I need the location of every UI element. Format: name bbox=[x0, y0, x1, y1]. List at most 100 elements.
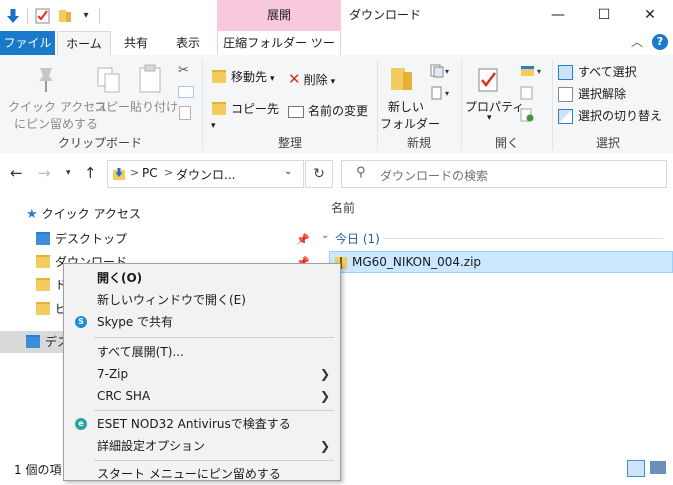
new-item-icon[interactable]: ▾ bbox=[430, 64, 452, 78]
large-icons-view-icon[interactable] bbox=[650, 461, 666, 474]
menu-item-label: 詳細設定オプション bbox=[97, 439, 206, 453]
close-button[interactable]: ✕ bbox=[627, 0, 673, 31]
search-icon: ⚲ bbox=[356, 165, 366, 180]
pin-label-line2: にピン留めする bbox=[14, 117, 99, 131]
svg-text:▾: ▾ bbox=[445, 67, 449, 76]
column-header-name[interactable]: 名前 bbox=[331, 199, 355, 216]
breadcrumb-current[interactable]: ダウンロ... bbox=[176, 166, 235, 183]
group-separator bbox=[461, 60, 462, 150]
menu-item-label: スタート メニューにピン留めする bbox=[97, 467, 281, 481]
copy-folder-icon bbox=[212, 102, 226, 115]
up-arrow-icon[interactable]: ↑ bbox=[84, 165, 100, 181]
folder-icon bbox=[36, 255, 50, 268]
group-divider bbox=[383, 238, 663, 239]
cut-icon[interactable]: ✂ bbox=[178, 64, 192, 78]
star-icon: ★ bbox=[26, 207, 38, 222]
nav-quick-access-label: クイック アクセス bbox=[41, 207, 141, 221]
select-all-label: すべて選択 bbox=[578, 65, 637, 79]
down-arrow-icon[interactable] bbox=[6, 8, 20, 24]
paste-label: 貼り付け bbox=[130, 100, 179, 114]
help-icon[interactable]: ? bbox=[652, 34, 668, 50]
tab-file[interactable]: ファイル bbox=[0, 31, 55, 55]
refresh-icon: ↻ bbox=[313, 166, 325, 182]
new-folder-small-icon[interactable] bbox=[58, 9, 72, 23]
paste-shortcut-icon[interactable] bbox=[179, 106, 191, 120]
menu-item-advanced-options[interactable]: 詳細設定オプション ❯ bbox=[64, 435, 340, 457]
breadcrumb-pc[interactable]: PC bbox=[142, 166, 158, 180]
dropdown-arrow-icon: ▾ bbox=[330, 77, 336, 87]
menu-item-eset-scan[interactable]: e ESET NOD32 Antivirusで検査する bbox=[64, 413, 340, 435]
nav-quick-access[interactable]: ★ クイック アクセス bbox=[26, 203, 141, 225]
back-arrow-icon[interactable]: ← bbox=[10, 165, 26, 181]
history-icon[interactable] bbox=[520, 108, 534, 122]
select-none-button[interactable]: 選択解除 bbox=[558, 84, 668, 104]
menu-item-skype-share[interactable]: S Skype で共有 bbox=[64, 311, 340, 333]
invert-selection-button[interactable]: 選択の切り替え bbox=[558, 106, 672, 126]
menu-separator bbox=[94, 460, 334, 461]
downloads-location-icon bbox=[113, 167, 125, 180]
address-dropdown-icon[interactable]: ⌄ bbox=[284, 166, 292, 177]
group-label-select: 選択 bbox=[595, 136, 620, 150]
maximize-button[interactable]: ☐ bbox=[581, 0, 627, 31]
edit-icon[interactable] bbox=[520, 86, 534, 100]
address-bar[interactable]: > PC > ダウンロ... ⌄ bbox=[107, 160, 304, 188]
window-title: ダウンロード bbox=[349, 8, 422, 22]
breadcrumb-separator: > bbox=[164, 166, 174, 179]
menu-item-label: 開く(O) bbox=[97, 271, 143, 285]
context-menu: 開く(O) 新しいウィンドウで開く(E) S Skype で共有 すべて展開(T… bbox=[63, 263, 341, 481]
delete-label: 削除 bbox=[303, 73, 328, 87]
tab-share[interactable]: 共有 bbox=[113, 31, 159, 55]
group-label-organize: 整理 bbox=[277, 136, 302, 150]
pin-icon[interactable]: 📌 bbox=[296, 233, 310, 246]
menu-item-extract-all[interactable]: すべて展開(T)... bbox=[64, 341, 340, 363]
folder-icon bbox=[36, 302, 50, 315]
tab-home[interactable]: ホーム bbox=[57, 31, 111, 57]
copy-button[interactable]: コピー bbox=[92, 62, 130, 120]
properties-check-icon[interactable] bbox=[35, 7, 51, 24]
new-folder-icon bbox=[390, 66, 414, 95]
collapse-ribbon-icon[interactable]: ︿ bbox=[630, 35, 644, 49]
tab-compressed-folder-tools[interactable]: 圧縮フォルダー ツール bbox=[217, 31, 341, 74]
svg-text:▾: ▾ bbox=[445, 89, 449, 98]
copy-to-label: コピー先 bbox=[231, 102, 280, 116]
copy-to-button[interactable]: コピー先 ▾ bbox=[208, 100, 284, 131]
rename-icon bbox=[288, 105, 304, 118]
select-all-button[interactable]: すべて選択 bbox=[558, 62, 668, 82]
nav-desktop[interactable]: デスクトップ bbox=[36, 228, 127, 250]
menu-item-label: すべて展開(T)... bbox=[97, 345, 184, 359]
select-none-label: 選択解除 bbox=[578, 87, 627, 101]
menu-separator bbox=[94, 410, 334, 411]
menu-item-open[interactable]: 開く(O) bbox=[64, 267, 340, 289]
new-folder-button[interactable]: 新しい フォルダー bbox=[380, 62, 440, 132]
rename-button[interactable]: 名前の変更 bbox=[288, 100, 374, 122]
copy-icon bbox=[96, 66, 122, 97]
menu-item-open-new-window[interactable]: 新しいウィンドウで開く(E) bbox=[64, 289, 340, 311]
menu-item-pin-start[interactable]: スタート メニューにピン留めする bbox=[64, 463, 340, 485]
paste-button[interactable]: 貼り付け bbox=[130, 62, 178, 120]
recent-locations-icon[interactable]: ▾ bbox=[66, 166, 76, 180]
forward-arrow-icon[interactable]: → bbox=[38, 165, 54, 181]
properties-button[interactable]: プロパティ ▾ bbox=[463, 62, 524, 132]
file-row[interactable]: MG60_NIKON_004.zip bbox=[329, 251, 673, 273]
search-box[interactable]: ⚲ ダウンロードの検索 bbox=[341, 160, 667, 188]
pin-quick-access-button[interactable]: クイック アクセス にピン留めする bbox=[4, 62, 107, 132]
menu-item-7zip[interactable]: 7-Zip ❯ bbox=[64, 363, 340, 385]
skype-icon: S bbox=[75, 316, 87, 328]
group-collapse-icon[interactable]: ⌄ bbox=[321, 230, 329, 241]
delete-button[interactable]: ✕ 削除 ▾ bbox=[288, 68, 358, 90]
group-label-new: 新規 bbox=[406, 136, 431, 150]
tab-view[interactable]: 表示 bbox=[163, 31, 213, 55]
move-to-button[interactable]: 移動先 ▾ bbox=[208, 68, 284, 90]
easy-access-icon[interactable]: ▾ bbox=[430, 86, 452, 100]
menu-item-crc-sha[interactable]: CRC SHA ❯ bbox=[64, 385, 340, 407]
folder-icon bbox=[36, 278, 50, 291]
refresh-button[interactable]: ↻ bbox=[305, 160, 333, 188]
open-folder-icon[interactable]: ▾ bbox=[520, 64, 544, 78]
customize-toolbar-icon[interactable]: ▾ bbox=[80, 8, 92, 24]
details-view-icon[interactable] bbox=[627, 460, 645, 477]
toolbar-divider bbox=[27, 8, 28, 24]
minimize-button[interactable]: — bbox=[535, 0, 581, 31]
nav-desktop-label: デスクトップ bbox=[55, 232, 128, 246]
copy-path-icon[interactable] bbox=[178, 86, 194, 98]
group-header-today[interactable]: 今日 (1) bbox=[335, 230, 380, 247]
